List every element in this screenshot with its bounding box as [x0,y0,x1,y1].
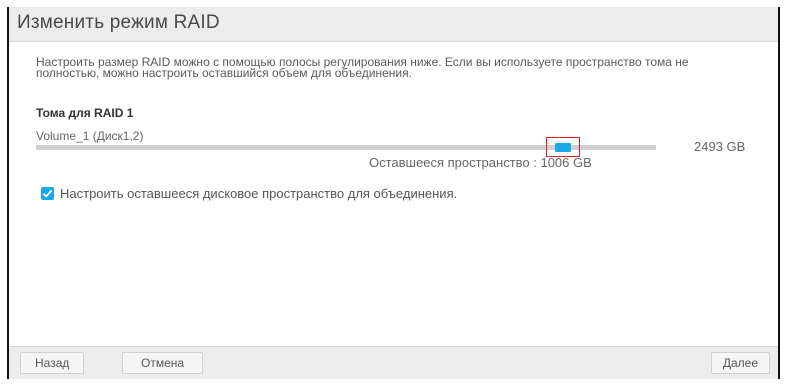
spanning-checkbox-label: Настроить оставшееся дисковое пространст… [60,186,458,201]
raid-size-slider-handle[interactable] [555,143,571,152]
spanning-option[interactable]: Настроить оставшееся дисковое пространст… [41,186,457,201]
next-button[interactable]: Далее [710,352,770,374]
total-size-value: 2493 GB [694,139,746,154]
dialog-header: Изменить режим RAID [9,7,778,42]
dialog-title: Изменить режим RAID [17,12,220,33]
cancel-button[interactable]: Отмена [122,352,204,374]
volume-label: Volume_1 (Диск1,2) [36,129,144,143]
remaining-space-text: Оставшееся пространство : 1006 GB [369,155,592,170]
section-title: Тома для RAID 1 [36,106,134,120]
checkmark-icon [42,189,53,198]
raid-mode-dialog: Изменить режим RAID Настроить размер RAI… [7,7,780,379]
spanning-checkbox[interactable] [41,187,54,200]
dialog-footer: Назад Отмена Далее [9,346,778,379]
back-button[interactable]: Назад [20,352,85,374]
description-text: Настроить размер RAID можно с помощью по… [36,55,689,80]
